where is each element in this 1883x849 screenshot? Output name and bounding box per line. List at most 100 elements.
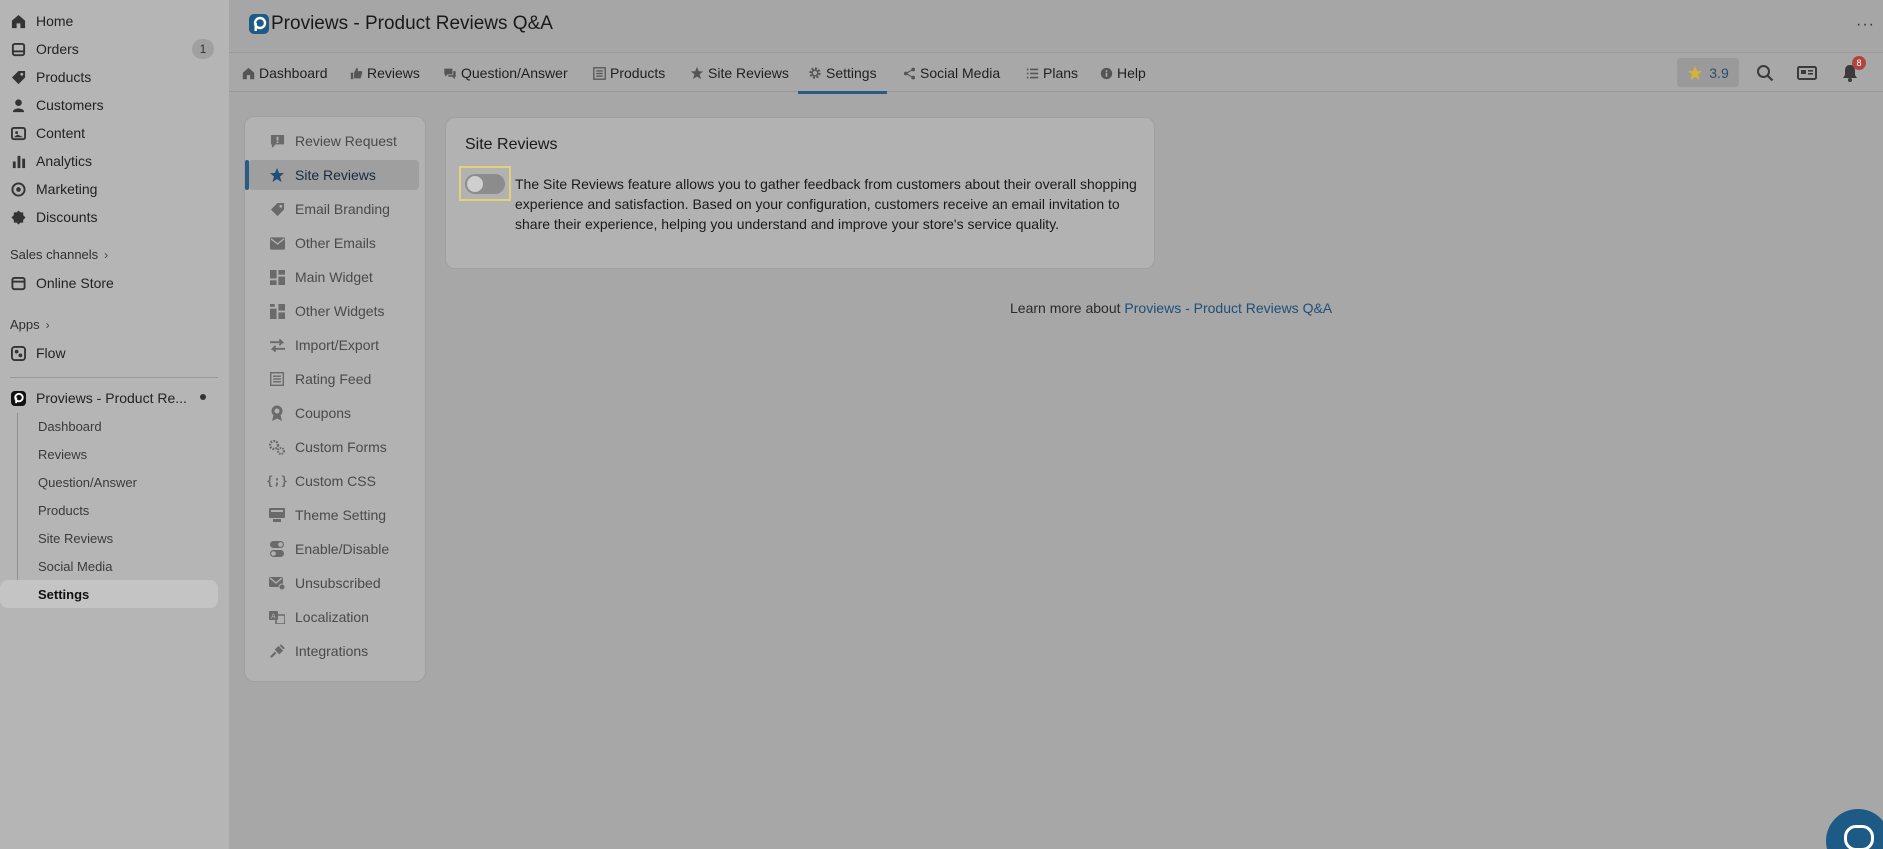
app-rating-value: 3.9 (1709, 64, 1729, 81)
nav-online-store-label: Online Store (36, 275, 114, 291)
subnav-site-reviews[interactable]: Site Reviews (38, 527, 113, 549)
toggle-icon (269, 541, 285, 557)
settings-import-export-label: Import/Export (295, 337, 380, 353)
page-title-text: Proviews - Product Reviews Q&A (271, 13, 553, 34)
settings-theme-setting[interactable]: Theme Setting (249, 500, 419, 530)
site-reviews-toggle-highlight (459, 166, 511, 201)
site-reviews-card: Site Reviews The Site Reviews feature al… (445, 117, 1155, 269)
subnav-question-answer[interactable]: Question/Answer (38, 471, 137, 493)
nav-marketing[interactable]: Marketing (10, 176, 218, 202)
nav-discounts[interactable]: Discounts (10, 204, 218, 230)
apps-heading[interactable]: Apps › (10, 317, 50, 332)
nav-flow[interactable]: Flow (10, 340, 218, 366)
chevron-right-icon: › (104, 247, 109, 262)
settings-other-emails[interactable]: Other Emails (249, 228, 419, 258)
settings-site-reviews-label: Site Reviews (295, 167, 376, 183)
subnav-social-media[interactable]: Social Media (38, 555, 112, 577)
orders-icon (10, 41, 26, 57)
settings-main-widget-label: Main Widget (295, 269, 373, 285)
settings-custom-css[interactable]: {;} Custom CSS (249, 466, 419, 496)
card-title: Site Reviews (465, 136, 558, 153)
nav-products-label: Products (36, 69, 92, 85)
tab-products-label: Products (610, 65, 666, 81)
tab-help[interactable]: Help (1100, 53, 1146, 93)
list-icon (1026, 67, 1039, 80)
settings-integrations[interactable]: Integrations (249, 636, 419, 666)
home-icon (10, 13, 26, 29)
settings-unsubscribed[interactable]: Unsubscribed (249, 568, 419, 598)
tag-icon (269, 201, 285, 217)
person-icon (10, 97, 26, 113)
settings-custom-forms[interactable]: Custom Forms (249, 432, 419, 462)
settings-site-reviews[interactable]: Site Reviews (245, 160, 419, 190)
nav-home[interactable]: Home (10, 8, 218, 34)
tab-bar: Dashboard Reviews Question/Answer Produc… (229, 52, 1883, 94)
tab-settings[interactable]: Settings (798, 53, 887, 94)
subnav-reviews[interactable]: Reviews (38, 443, 87, 465)
nav-products[interactable]: Products (10, 64, 218, 90)
settings-localization[interactable]: A Localization (249, 602, 419, 632)
nav-customers[interactable]: Customers (10, 92, 218, 118)
learn-more-prefix: Learn more about (1010, 300, 1125, 316)
tab-question-answer[interactable]: Question/Answer (443, 53, 568, 93)
nav-marketing-label: Marketing (36, 181, 98, 197)
nav-app-proviews-label: Proviews - Product Re... (36, 390, 187, 406)
tab-products[interactable]: Products (593, 53, 665, 93)
subnav-settings[interactable]: Settings (0, 580, 218, 608)
settings-other-widgets-label: Other Widgets (295, 303, 385, 319)
nav-content-label: Content (36, 125, 86, 141)
css-icon: {;} (266, 474, 288, 488)
settings-custom-forms-label: Custom Forms (295, 439, 387, 455)
theme-icon (269, 507, 285, 523)
tab-plans[interactable]: Plans (1026, 53, 1078, 93)
nav-content[interactable]: Content (10, 120, 218, 146)
sales-channels-heading[interactable]: Sales channels › (10, 247, 108, 262)
subnav-dashboard[interactable]: Dashboard (38, 415, 102, 437)
nav-online-store[interactable]: Online Store (10, 270, 218, 296)
tab-dashboard-label: Dashboard (259, 65, 328, 81)
widget-icon (269, 269, 285, 285)
widgets-icon (269, 303, 285, 319)
coupon-icon (269, 405, 285, 421)
id-card-button[interactable] (1797, 63, 1817, 83)
nav-orders-label: Orders (36, 41, 79, 57)
tab-social-media[interactable]: Social Media (903, 53, 1000, 93)
app-rating-button[interactable]: 3.9 (1677, 58, 1739, 87)
svg-text:A: A (271, 613, 276, 620)
settings-email-branding-label: Email Branding (295, 201, 390, 217)
tab-reviews[interactable]: Reviews (350, 53, 420, 93)
thumbs-up-icon (350, 67, 363, 80)
nav-analytics[interactable]: Analytics (10, 148, 218, 174)
more-options-button[interactable]: ··· (1856, 16, 1875, 34)
review-request-icon (269, 133, 285, 149)
language-icon: A (269, 609, 285, 625)
settings-rating-feed[interactable]: Rating Feed (249, 364, 419, 394)
learn-more-link[interactable]: Proviews - Product Reviews Q&A (1124, 300, 1332, 316)
list-icon (593, 66, 606, 80)
envelope-icon (269, 235, 285, 251)
settings-enable-disable[interactable]: Enable/Disable (249, 534, 419, 564)
settings-review-request[interactable]: Review Request (249, 126, 419, 156)
settings-other-emails-label: Other Emails (295, 235, 376, 251)
settings-import-export[interactable]: Import/Export (249, 330, 419, 360)
tab-site-reviews[interactable]: Site Reviews (690, 53, 789, 93)
subnav-products[interactable]: Products (38, 499, 89, 521)
star-icon (1688, 65, 1703, 80)
settings-email-branding[interactable]: Email Branding (249, 194, 419, 224)
chat-widget-button[interactable] (1826, 809, 1883, 849)
tab-dashboard[interactable]: Dashboard (242, 53, 328, 93)
notifications-button[interactable]: 8 (1840, 56, 1866, 83)
nav-orders[interactable]: Orders 1 (10, 36, 218, 62)
flow-icon (10, 345, 26, 361)
nav-home-label: Home (36, 13, 74, 29)
site-reviews-toggle[interactable] (465, 173, 505, 194)
notification-count-badge: 8 (1852, 56, 1866, 70)
nav-discounts-label: Discounts (36, 209, 98, 225)
settings-other-widgets[interactable]: Other Widgets (249, 296, 419, 326)
nav-app-proviews[interactable]: Proviews - Product Re... (10, 385, 218, 411)
nav-divider (10, 377, 218, 378)
settings-coupons[interactable]: Coupons (249, 398, 419, 428)
settings-main-widget[interactable]: Main Widget (249, 262, 419, 292)
search-button[interactable] (1755, 63, 1775, 83)
tab-plans-label: Plans (1043, 65, 1079, 81)
